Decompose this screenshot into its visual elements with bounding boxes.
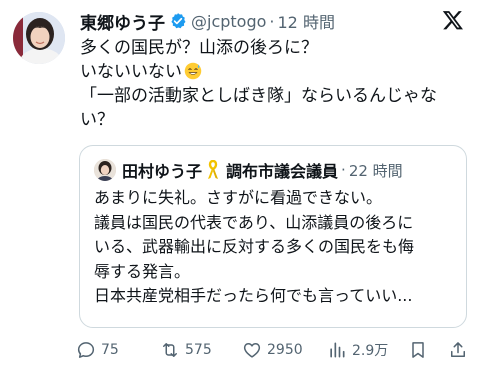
tweet-text-line: 「一部の活動家としばき隊」ならいるんじゃな bbox=[80, 86, 437, 106]
repost-button[interactable]: 575 bbox=[160, 338, 212, 362]
bookmark-button[interactable] bbox=[408, 338, 433, 362]
separator-dot: · bbox=[269, 11, 275, 31]
quoted-timestamp[interactable]: 22 時間 bbox=[349, 160, 403, 181]
tweet-text-line: い？ bbox=[80, 110, 114, 130]
quoted-tweet[interactable]: 田村ゆう子 調布市議会議員 · 22 時間 あまりに失礼。さすがに看過できない。… bbox=[79, 145, 467, 328]
share-button[interactable] bbox=[448, 338, 473, 362]
action-bar: 75 575 2950 2.9万 bbox=[76, 338, 470, 362]
quoted-text-line: いる、武器輸出に反対する多くの国民をも侮 bbox=[94, 237, 415, 256]
quoted-text-line: 議員は国民の代表であり、山添議員の後ろに bbox=[94, 212, 414, 232]
repost-count: 575 bbox=[185, 342, 212, 358]
quoted-author-avatar bbox=[94, 159, 116, 181]
x-logo-icon bbox=[442, 11, 463, 30]
sweat-smile-emoji-icon bbox=[184, 62, 202, 80]
repost-icon bbox=[163, 343, 177, 357]
quoted-author-name[interactable]: 田村ゆう子 bbox=[122, 158, 202, 182]
reply-icon bbox=[77, 342, 95, 358]
bar-chart-icon bbox=[330, 342, 345, 358]
tweet-header: 東郷ゆう子 @jcptogo · 12 時間 bbox=[80, 8, 464, 34]
quoted-text-line: あまりに失礼。さすがに看過できない。 bbox=[94, 188, 383, 207]
tweet-text-line: 多くの国民が？山添の後ろに？ bbox=[80, 38, 318, 58]
author-handle[interactable]: @jcptogo bbox=[191, 12, 266, 31]
quoted-tweet-header: 田村ゆう子 調布市議会議員 · 22 時間 bbox=[94, 158, 403, 182]
quoted-author-title: 調布市議会議員 bbox=[226, 162, 339, 181]
verified-badge-icon bbox=[171, 13, 186, 29]
tweet-timestamp[interactable]: 12 時間 bbox=[278, 9, 335, 33]
bookmark-icon bbox=[412, 342, 424, 358]
like-count: 2950 bbox=[267, 342, 303, 358]
quoted-tweet-text: あまりに失礼。さすがに看過できない。 議員は国民の代表であり、山添議員の後ろに … bbox=[94, 186, 458, 309]
view-count: 2.9万 bbox=[352, 343, 389, 359]
quoted-separator-dot: · bbox=[341, 161, 346, 179]
share-icon bbox=[451, 342, 465, 357]
tweet-text-line: いないいない bbox=[80, 60, 470, 84]
author-name[interactable]: 東郷ゆう子 bbox=[80, 9, 165, 34]
avatar[interactable] bbox=[13, 12, 65, 64]
like-button[interactable]: 2950 bbox=[242, 338, 303, 362]
yellow-ribbon-icon bbox=[208, 160, 219, 179]
views-button[interactable]: 2.9万 bbox=[327, 338, 388, 362]
heart-icon bbox=[243, 343, 261, 358]
tweet-text: 多くの国民が？山添の後ろに？ いないいない 「一部の活動家としばき隊」ならいるん… bbox=[80, 36, 470, 132]
reply-button[interactable]: 75 bbox=[76, 338, 119, 362]
quoted-text-line: 日本共産党相手だったら何でも言っていい... bbox=[94, 286, 413, 305]
quoted-text-line: 辱する発言。 bbox=[94, 261, 191, 281]
reply-count: 75 bbox=[101, 342, 119, 358]
